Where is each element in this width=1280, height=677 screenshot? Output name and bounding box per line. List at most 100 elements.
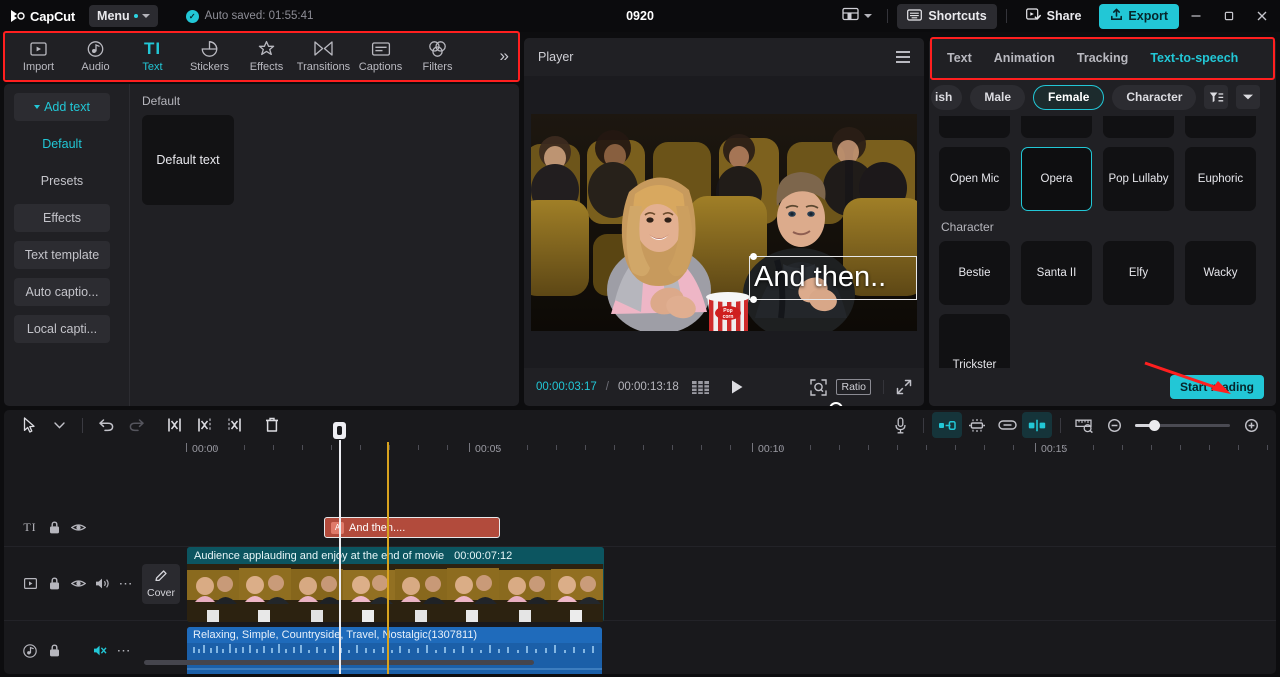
chip-female[interactable]: Female — [1033, 84, 1105, 110]
chip-ish[interactable]: ish — [931, 84, 963, 110]
mirror-icon[interactable] — [962, 412, 992, 438]
text-clip[interactable]: A And then.... — [324, 517, 500, 538]
voice-card-opera[interactable]: Opera — [1021, 147, 1092, 211]
video-clip[interactable]: Audience applauding and enjoy at the end… — [187, 547, 604, 622]
video-preview[interactable]: Pop corn And then.. — [531, 113, 917, 331]
ruler-tick-major-0 — [186, 443, 187, 452]
voice-card-bestie[interactable]: Bestie — [939, 241, 1010, 305]
voice-card-partial-4[interactable] — [1185, 116, 1256, 138]
toolbar-item-import[interactable]: Import — [10, 39, 67, 73]
fullscreen-icon[interactable] — [896, 379, 912, 395]
lock-icon[interactable] — [42, 521, 66, 534]
ruler-tick-27 — [1013, 445, 1014, 450]
lock-icon-video[interactable] — [42, 577, 66, 590]
text-overlay-box[interactable]: And then.. — [749, 252, 917, 303]
voice-card-euphoric[interactable]: Euphoric — [1185, 147, 1256, 211]
trim-right-icon[interactable] — [219, 412, 249, 438]
microphone-icon[interactable] — [885, 412, 915, 438]
timeline-ruler[interactable]: 00:00 00:05 00:10 00:15 — [4, 440, 1276, 462]
more-icon-audio[interactable]: ⋯ — [112, 642, 136, 659]
redo-icon[interactable] — [121, 412, 151, 438]
trim-left-icon[interactable] — [189, 412, 219, 438]
eye-icon[interactable] — [66, 522, 90, 533]
voice-card-wacky[interactable]: Wacky — [1185, 241, 1256, 305]
voice-card-partial-2[interactable] — [1021, 116, 1092, 138]
horizontal-scrollbar[interactable] — [144, 660, 534, 665]
voice-card-pop-lullaby[interactable]: Pop Lullaby — [1103, 147, 1174, 211]
tab-animation[interactable]: Animation — [994, 51, 1055, 65]
mute-icon[interactable] — [88, 644, 112, 657]
ruler-tick-major-2 — [752, 443, 753, 452]
sidebar-item-default[interactable]: Default — [14, 130, 110, 158]
zoom-out-icon[interactable] — [1099, 412, 1129, 438]
toolbar-label-captions: Captions — [358, 61, 403, 73]
share-button[interactable]: Share — [1016, 4, 1092, 29]
cover-button[interactable]: Cover — [142, 564, 180, 604]
toolbar-item-stickers[interactable]: Stickers — [181, 39, 238, 73]
voice-card-partial-1[interactable] — [939, 116, 1010, 138]
toolbar-item-captions[interactable]: Captions — [352, 39, 409, 73]
undo-icon[interactable] — [91, 412, 121, 438]
export-button[interactable]: Export — [1099, 3, 1179, 29]
tool-dropdown-icon[interactable] — [44, 412, 74, 438]
frames-icon[interactable] — [691, 380, 709, 394]
play-icon[interactable] — [730, 379, 744, 395]
toolbar-more-button[interactable]: » — [500, 46, 509, 66]
tab-tracking[interactable]: Tracking — [1077, 51, 1128, 65]
start-reading-button[interactable]: Start reading — [1169, 375, 1264, 399]
sidebar-item-add-text[interactable]: Add text — [14, 93, 110, 121]
chip-male[interactable]: Male — [970, 84, 1026, 110]
ruler-tick-21 — [839, 445, 840, 450]
overlay-handle-bl[interactable] — [750, 295, 757, 303]
snapshot-icon[interactable] — [810, 378, 828, 396]
hamburger-icon[interactable] — [896, 51, 910, 63]
timeline-tracks: TI ⋯ ⋯ Cover A And then.... Audience app… — [4, 422, 1276, 674]
playhead-handle[interactable] — [333, 422, 346, 439]
overlay-handle-tl[interactable] — [750, 252, 757, 260]
chip-character[interactable]: Character — [1112, 84, 1197, 110]
voice-card-elfy[interactable]: Elfy — [1103, 241, 1174, 305]
more-icon-video[interactable]: ⋯ — [114, 575, 138, 592]
zoom-slider-knob[interactable] — [1149, 419, 1160, 431]
lock-icon-audio[interactable] — [42, 644, 66, 657]
sidebar-item-local-captions[interactable]: Local capti... — [14, 315, 110, 343]
ratio-button[interactable]: Ratio — [836, 379, 871, 395]
voice-card-open-mic[interactable]: Open Mic — [939, 147, 1010, 211]
zoom-in-icon[interactable] — [1236, 412, 1266, 438]
select-tool-icon[interactable] — [14, 412, 44, 438]
close-button[interactable] — [1245, 0, 1278, 32]
filter-icon[interactable] — [1204, 85, 1229, 109]
eye-icon-video[interactable] — [66, 578, 90, 589]
toolbar-item-audio[interactable]: Audio — [67, 39, 124, 73]
maximize-button[interactable] — [1212, 0, 1245, 32]
voice-card-santa-ii[interactable]: Santa II — [1021, 241, 1092, 305]
sidebar-item-auto-captions[interactable]: Auto captio... — [14, 278, 110, 306]
chevron-down-icon[interactable] — [1236, 85, 1261, 109]
audio-clip[interactable]: Relaxing, Simple, Countryside, Travel, N… — [187, 627, 602, 674]
voice-card-partial-3[interactable] — [1103, 116, 1174, 138]
sidebar-item-presets[interactable]: Presets — [14, 167, 110, 195]
voice-card-trickster[interactable]: Trickster — [939, 314, 1010, 369]
keyframe-icon[interactable] — [932, 412, 962, 438]
minimize-button[interactable] — [1179, 0, 1212, 32]
sidebar-item-effects[interactable]: Effects — [14, 204, 110, 232]
toolbar-item-text[interactable]: TI Text — [124, 39, 181, 73]
menu-button[interactable]: Menu — [89, 5, 158, 27]
tab-text-to-speech[interactable]: Text-to-speech — [1150, 51, 1238, 65]
toolbar-item-effects[interactable]: Effects — [238, 39, 295, 73]
toolbar-item-transitions[interactable]: Transitions — [295, 39, 352, 73]
layout-button[interactable] — [836, 3, 878, 30]
snap-icon[interactable] — [1022, 412, 1052, 438]
split-icon[interactable] — [159, 412, 189, 438]
volume-icon[interactable] — [90, 577, 114, 590]
default-text-card[interactable]: Default text — [142, 115, 234, 205]
tab-text[interactable]: Text — [947, 51, 972, 65]
link-icon[interactable] — [992, 412, 1022, 438]
shortcuts-button[interactable]: Shortcuts — [897, 3, 997, 29]
toolbar-item-filters[interactable]: Filters — [409, 39, 466, 73]
adjust-view-icon[interactable] — [1069, 412, 1099, 438]
zoom-slider[interactable] — [1135, 419, 1230, 431]
audio-clip-label: Relaxing, Simple, Countryside, Travel, N… — [193, 629, 478, 641]
delete-icon[interactable] — [257, 412, 287, 438]
sidebar-item-text-template[interactable]: Text template — [14, 241, 110, 269]
